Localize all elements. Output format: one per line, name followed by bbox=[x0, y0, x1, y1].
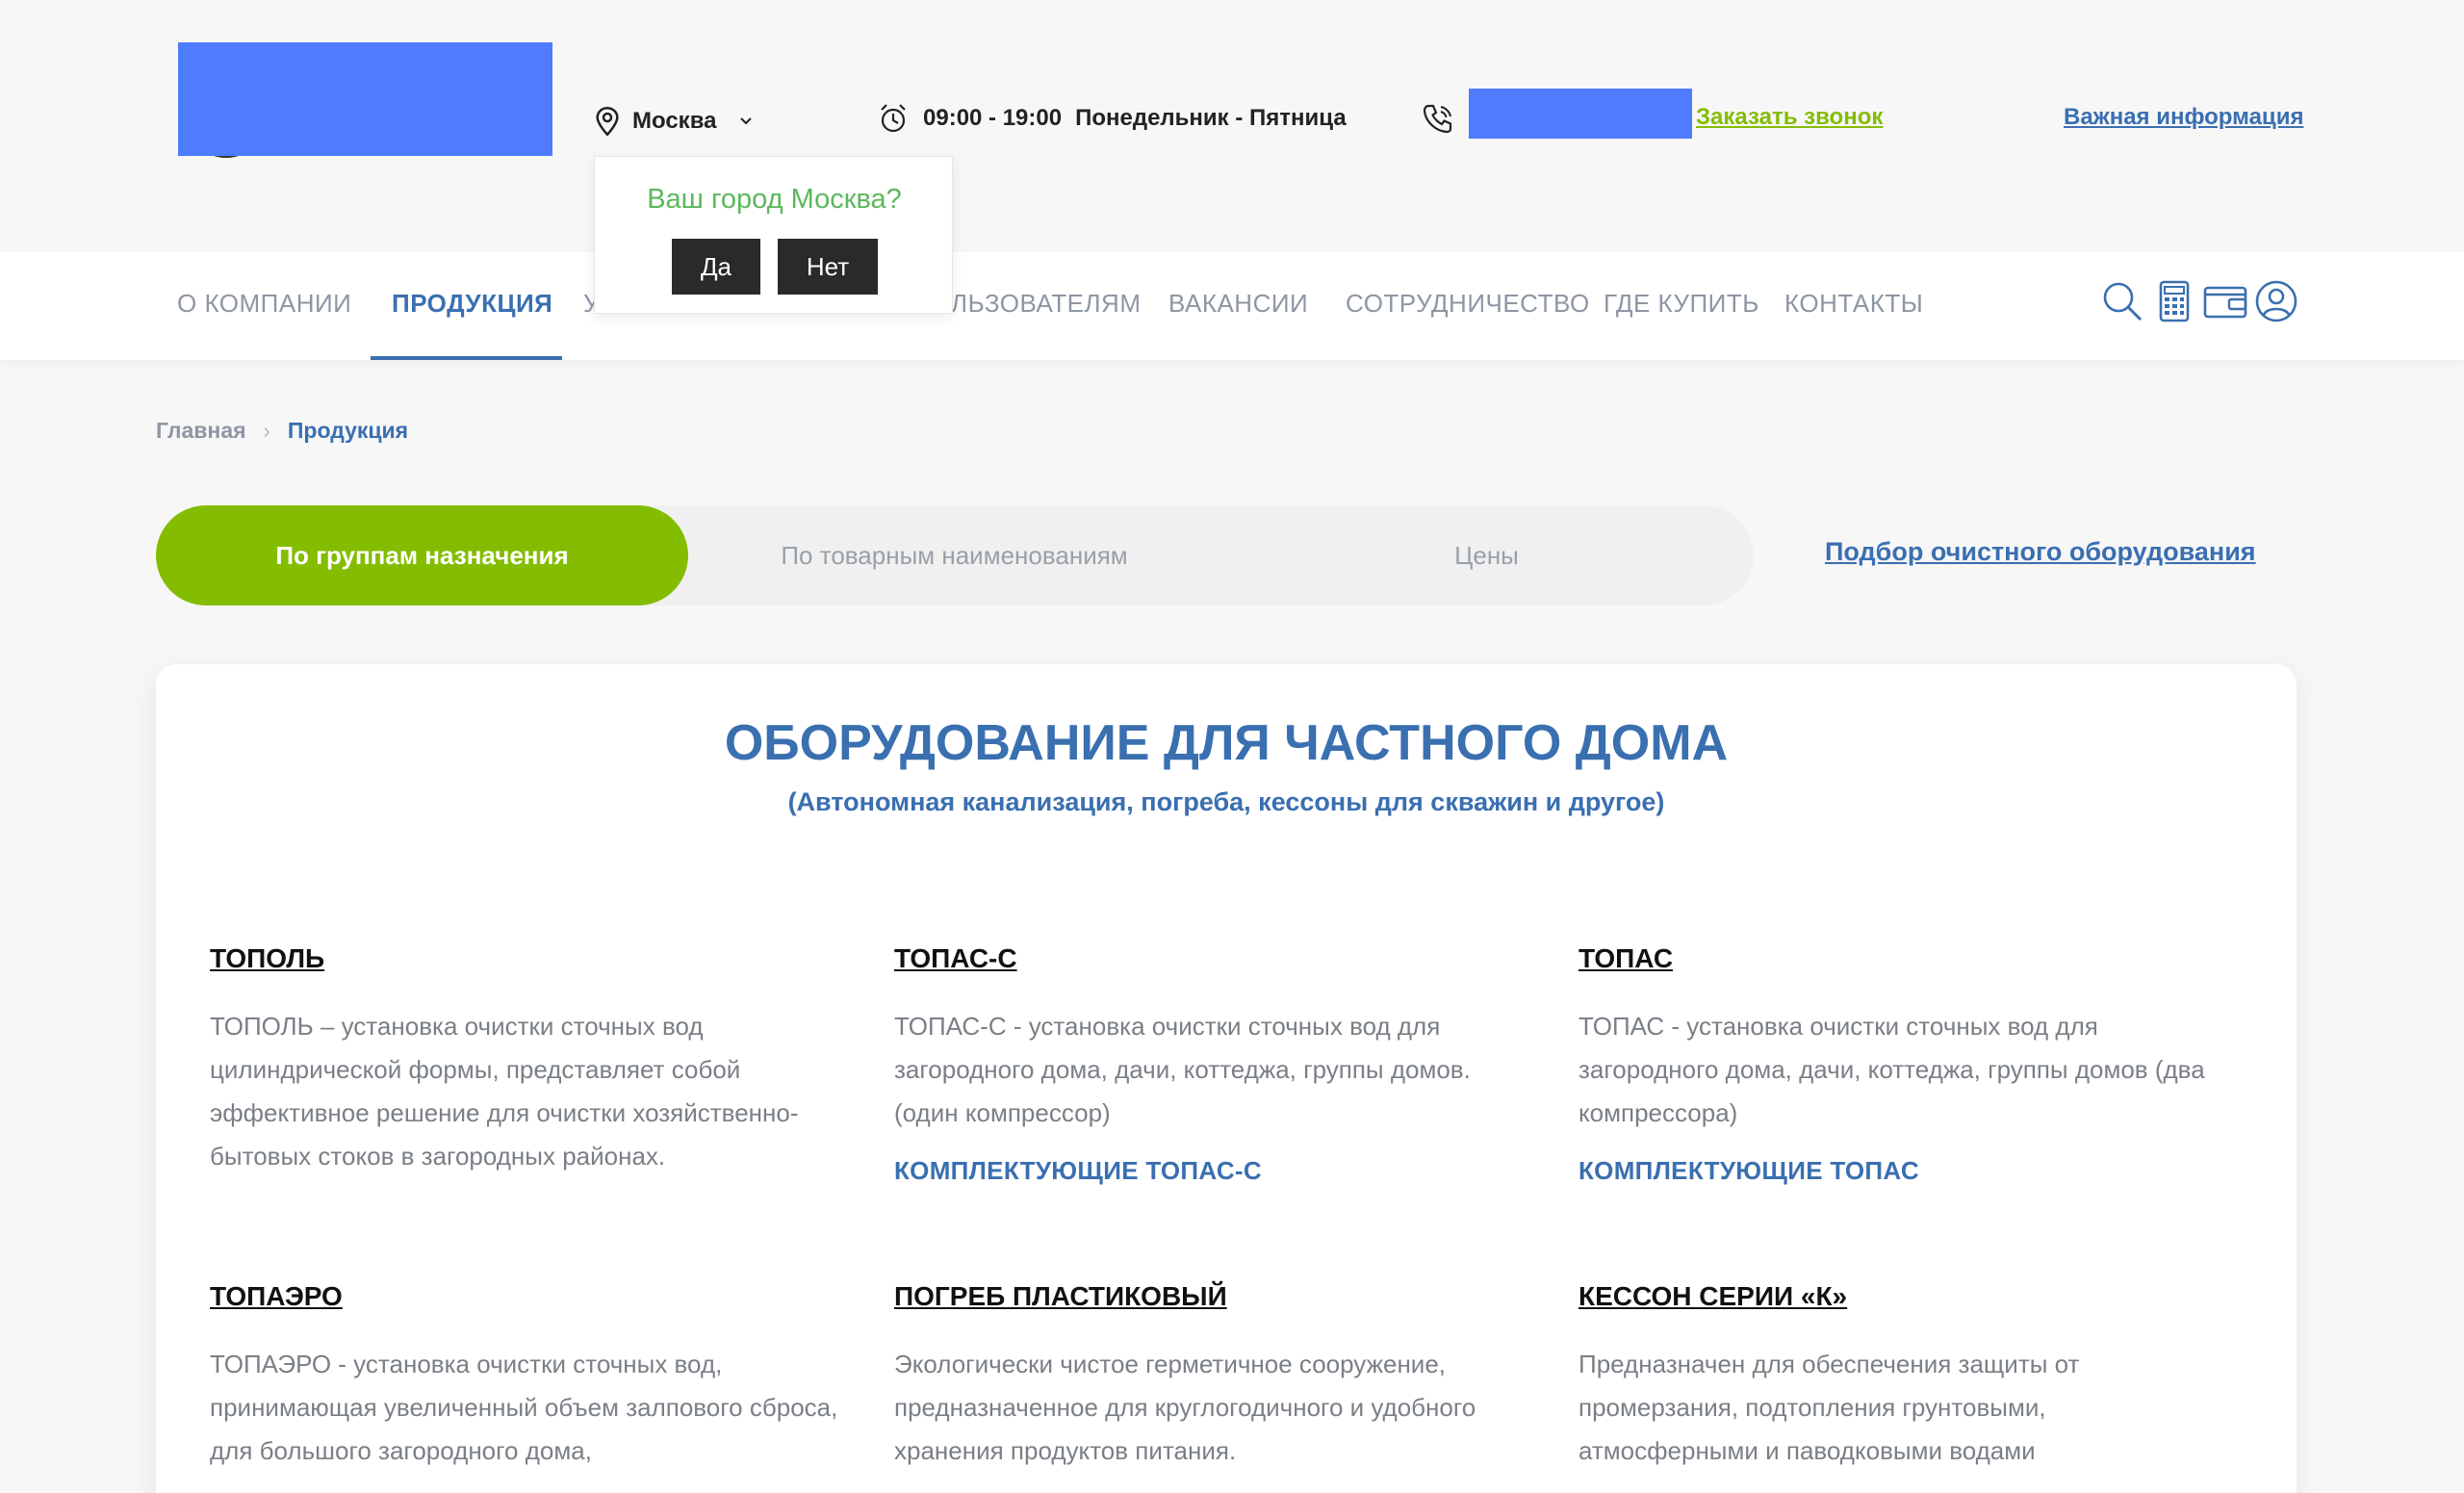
calculator-icon[interactable] bbox=[2152, 279, 2196, 323]
nav-item-users[interactable]: ЛЬЗОВАТЕЛЯМ bbox=[951, 289, 1141, 319]
product-title-link[interactable]: КЕССОН СЕРИИ «К» bbox=[1578, 1281, 2223, 1312]
product-item: ТОПАС ТОПАС - установка очистки сточных … bbox=[1578, 943, 2223, 1186]
section-subtitle: (Автономная канализация, погреба, кессон… bbox=[787, 787, 1665, 816]
nav-item-where-to-buy[interactable]: ГДЕ КУПИТЬ bbox=[1604, 289, 1759, 319]
chevron-down-icon bbox=[740, 117, 753, 125]
user-icon[interactable] bbox=[2254, 279, 2298, 323]
nav-item-vacancies[interactable]: ВАКАНСИИ bbox=[1168, 289, 1308, 319]
city-name: Москва bbox=[632, 108, 717, 134]
tab-prices[interactable]: Цены bbox=[1220, 505, 1753, 605]
chevron-right-icon: › bbox=[263, 418, 270, 443]
product-description: Предназначен для обеспечения защиты от п… bbox=[1578, 1350, 2080, 1465]
product-item: ТОПАС-С ТОПАС-С - установка очистки сточ… bbox=[894, 943, 1539, 1186]
city-confirm-yes-button[interactable]: Да bbox=[672, 239, 760, 295]
logo-redaction bbox=[178, 42, 552, 156]
breadcrumb: Главная › Продукция bbox=[156, 418, 408, 444]
product-title-link[interactable]: ТОПАС bbox=[1578, 943, 2223, 974]
product-item: ТОПОЛЬ ТОПОЛЬ – установка очистки сточны… bbox=[210, 943, 855, 1178]
product-description: ТОПАС-С - установка очистки сточных вод … bbox=[894, 1012, 1471, 1127]
phone-number-redaction bbox=[1469, 89, 1692, 139]
breadcrumb-current: Продукция bbox=[287, 418, 409, 443]
important-info-link[interactable]: Важная информация bbox=[2064, 104, 2303, 131]
product-accessories-link[interactable]: КОМПЛЕКТУЮЩИЕ ТОПАС bbox=[1578, 1156, 2223, 1186]
city-selector[interactable]: Москва bbox=[594, 104, 755, 139]
nav-item-cooperation[interactable]: СОТРУДНИЧЕСТВО bbox=[1346, 289, 1590, 319]
nav-item-products[interactable]: ПРОДУКЦИЯ bbox=[392, 289, 552, 319]
city-confirm-question: Ваш город Москва? bbox=[647, 184, 902, 215]
product-description: Экологически чистое герметичное сооружен… bbox=[894, 1350, 1476, 1465]
location-pin-icon bbox=[596, 107, 619, 137]
section-title: ОБОРУДОВАНИЕ ДЛЯ ЧАСТНОГО ДОМА bbox=[724, 715, 1729, 771]
product-item: ПОГРЕБ ПЛАСТИКОВЫЙ Экологически чистое г… bbox=[894, 1281, 1539, 1473]
product-title-link[interactable]: ПОГРЕБ ПЛАСТИКОВЫЙ bbox=[894, 1281, 1539, 1312]
product-description: ТОПАС - установка очистки сточных вод дл… bbox=[1578, 1012, 2205, 1127]
nav-item-contacts[interactable]: КОНТАКТЫ bbox=[1784, 289, 1923, 319]
product-title-link[interactable]: ТОПАС-С bbox=[894, 943, 1539, 974]
product-title-link[interactable]: ТОПОЛЬ bbox=[210, 943, 855, 974]
catalog-tabs: По группам назначения По товарным наимен… bbox=[156, 505, 1754, 605]
equipment-selection-link[interactable]: Подбор очистного оборудования bbox=[1825, 537, 2256, 567]
site-logo[interactable] bbox=[178, 42, 552, 158]
product-title-link[interactable]: ТОПАЭРО bbox=[210, 1281, 855, 1312]
product-item: КЕССОН СЕРИИ «К» Предназначен для обеспе… bbox=[1578, 1281, 2223, 1473]
search-icon[interactable] bbox=[2100, 279, 2144, 323]
product-description: ТОПАЭРО - установка очистки сточных вод,… bbox=[210, 1350, 838, 1465]
hours-days: Понедельник - Пятница bbox=[1075, 105, 1347, 131]
city-confirm-popup: Ваш город Москва? Да Нет bbox=[594, 156, 953, 314]
product-accessories-link[interactable]: КОМПЛЕКТУЮЩИЕ ТОПАС-С bbox=[894, 1156, 1539, 1186]
breadcrumb-home-link[interactable]: Главная bbox=[156, 418, 246, 444]
phone-icon bbox=[1423, 104, 1452, 134]
product-description: ТОПОЛЬ – установка очистки сточных вод ц… bbox=[210, 1012, 799, 1171]
order-callback-link[interactable]: Заказать звонок bbox=[1696, 104, 1883, 131]
site-header: Москва 09:00 - 19:00 Понедельник - Пятни… bbox=[0, 0, 2464, 252]
product-group-card: ОБОРУДОВАНИЕ ДЛЯ ЧАСТНОГО ДОМА (Автономн… bbox=[156, 664, 2297, 1493]
nav-item-about[interactable]: О КОМПАНИИ bbox=[177, 289, 351, 319]
nav-active-indicator bbox=[371, 356, 562, 360]
tab-by-purpose[interactable]: По группам назначения bbox=[156, 505, 688, 605]
hours-time: 09:00 - 19:00 bbox=[923, 105, 1063, 131]
city-confirm-no-button[interactable]: Нет bbox=[778, 239, 878, 295]
alarm-clock-icon bbox=[881, 104, 906, 133]
product-item: ТОПАЭРО ТОПАЭРО - установка очистки сточ… bbox=[210, 1281, 855, 1473]
wallet-icon[interactable] bbox=[2202, 279, 2248, 323]
tab-by-product-name[interactable]: По товарным наименованиям bbox=[688, 505, 1220, 605]
working-hours: 09:00 - 19:00 Понедельник - Пятница bbox=[877, 102, 1347, 135]
main-nav: О КОМПАНИИ ПРОДУКЦИЯ У ЛЬЗОВАТЕЛЯМ ВАКАН… bbox=[0, 252, 2464, 360]
